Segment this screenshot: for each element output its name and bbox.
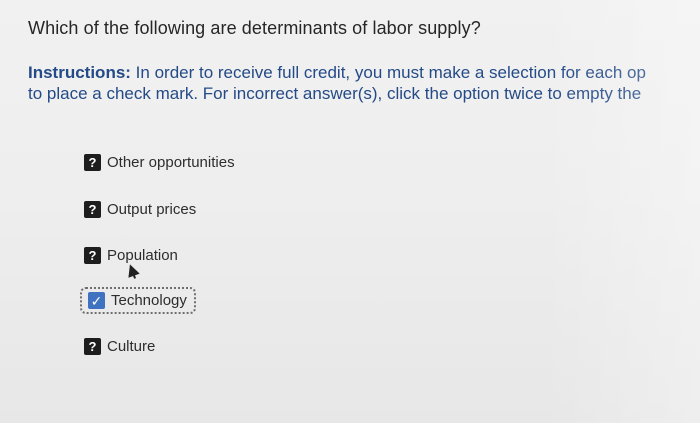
option-label: Culture xyxy=(107,338,156,355)
option-other-opportunities[interactable]: ? Other opportunities xyxy=(84,154,235,171)
instructions-line-1: Instructions: In order to receive full c… xyxy=(28,62,700,83)
check-icon: ✓ xyxy=(88,292,105,309)
instructions-line-1-rest: In order to receive full credit, you mus… xyxy=(130,63,646,82)
question-mark-icon: ? xyxy=(84,201,101,218)
option-label: Population xyxy=(107,247,178,264)
option-label: Technology xyxy=(111,292,187,309)
question-text: Which of the following are determinants … xyxy=(28,18,481,38)
instructions-line-2: to place a check mark. For incorrect ans… xyxy=(28,84,642,103)
question-mark-icon: ? xyxy=(84,247,101,264)
option-output-prices[interactable]: ? Output prices xyxy=(84,201,196,218)
option-population[interactable]: ? Population xyxy=(84,247,178,264)
mouse-pointer-icon xyxy=(124,262,140,278)
question-mark-icon: ? xyxy=(84,338,101,355)
option-label: Other opportunities xyxy=(107,154,235,171)
instructions-lead: Instructions: xyxy=(28,63,131,82)
option-technology[interactable]: ✓ Technology xyxy=(80,287,196,314)
instructions-text: Instructions: In order to receive full c… xyxy=(28,62,700,104)
option-culture[interactable]: ? Culture xyxy=(84,338,155,355)
screen: Which of the following are determinants … xyxy=(0,0,700,423)
question-mark-icon: ? xyxy=(84,154,101,171)
option-label: Output prices xyxy=(107,201,197,218)
